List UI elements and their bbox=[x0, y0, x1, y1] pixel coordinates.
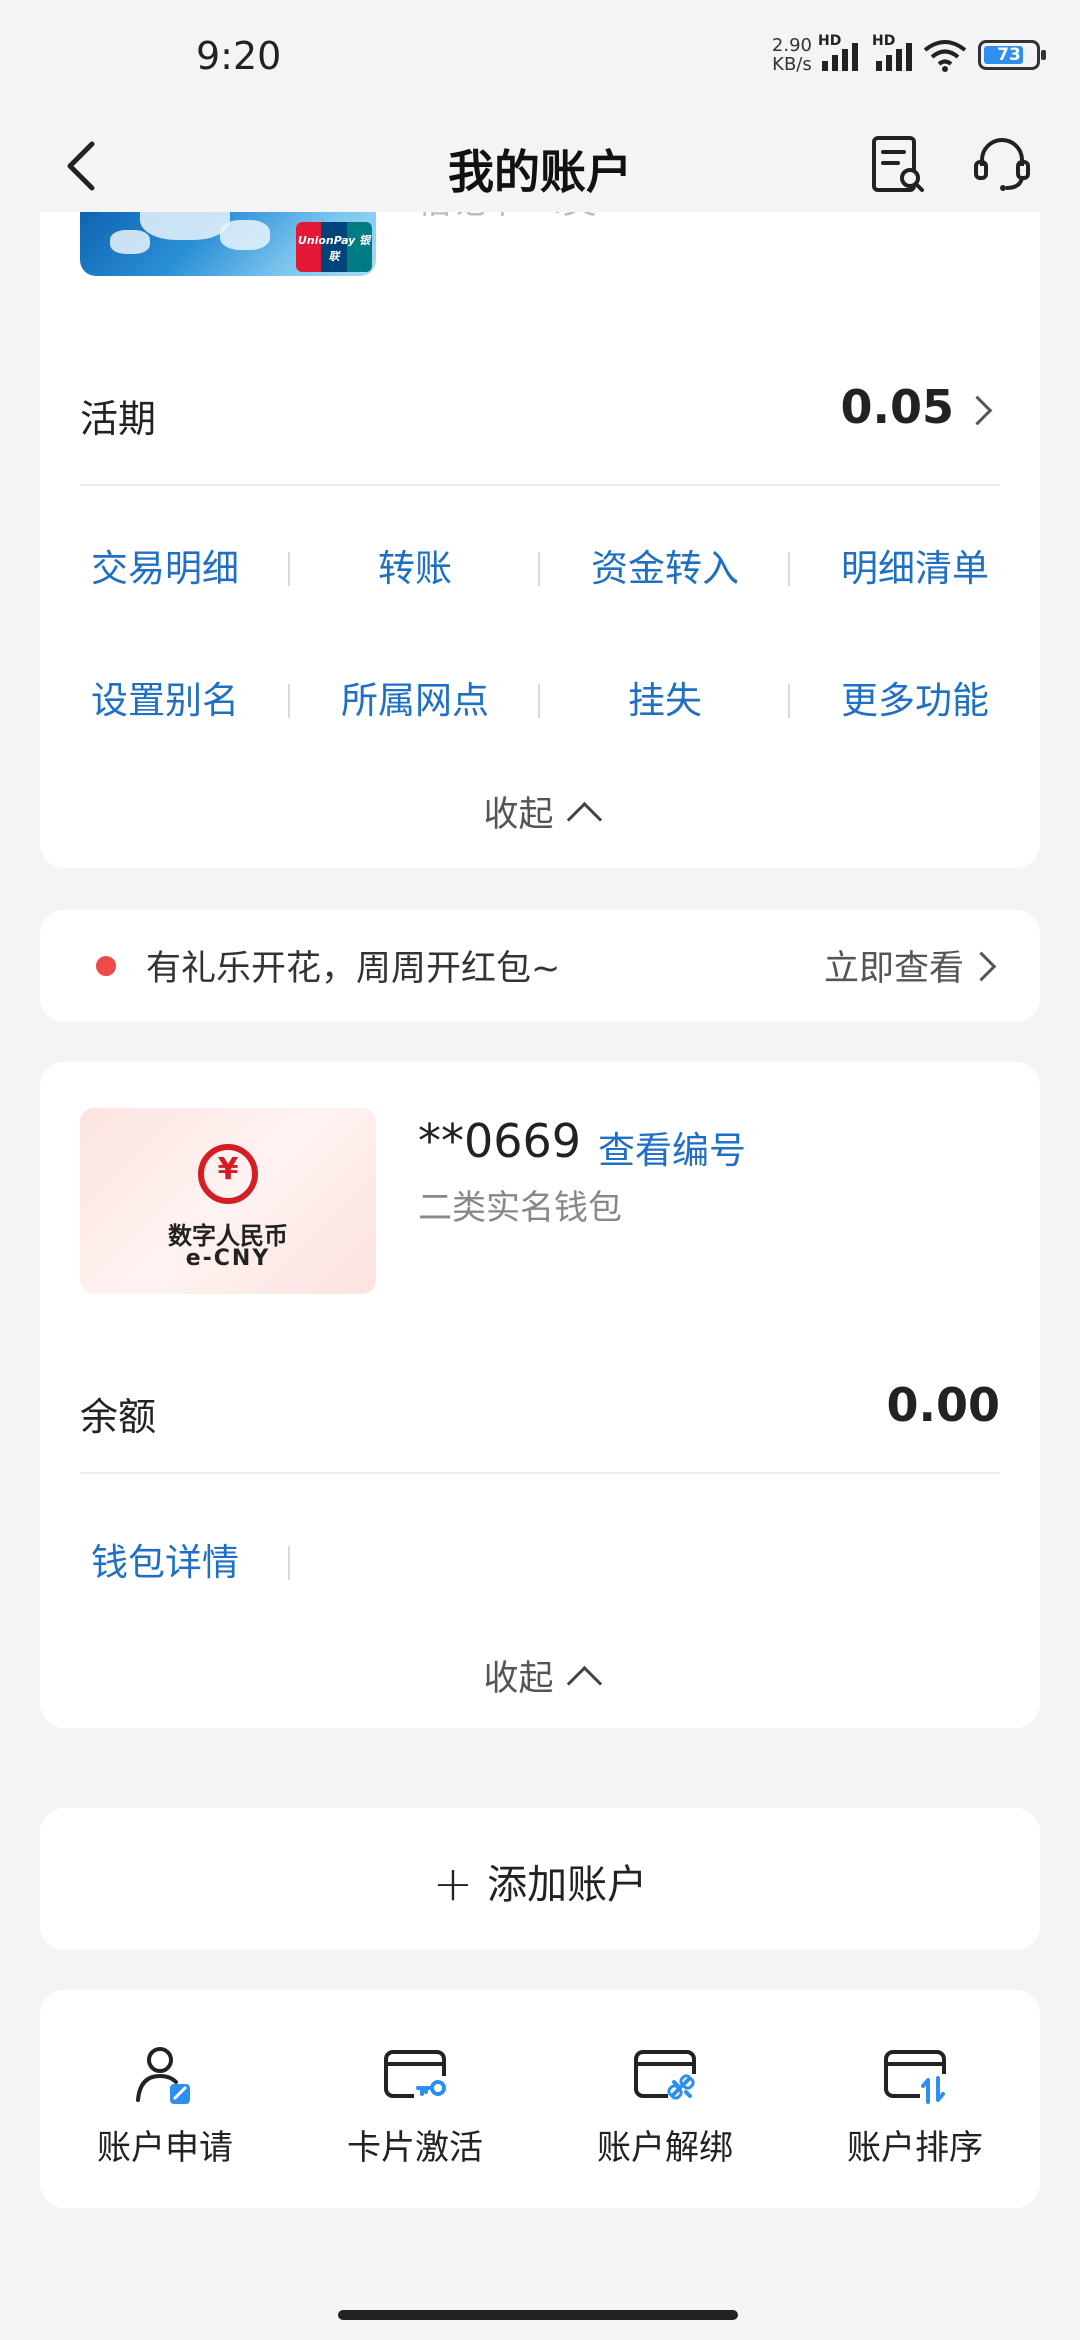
action-set-alias[interactable]: 设置别名 bbox=[40, 670, 290, 724]
account-tools-panel: 账户申请 卡片激活 账户解绑 账户排序 bbox=[40, 1990, 1040, 2208]
action-wallet-details[interactable]: 钱包详情 bbox=[40, 1532, 290, 1586]
promo-text: 有礼乐开花，周周开红包~ bbox=[146, 949, 561, 989]
view-number-link[interactable]: 查看编号 bbox=[598, 1120, 746, 1174]
tool-account-sort[interactable]: 账户排序 bbox=[790, 2042, 1040, 2169]
promo-view-link[interactable]: 立即查看 bbox=[824, 940, 964, 991]
collapse-button[interactable]: 收起 bbox=[40, 1650, 1040, 1702]
chevron-right-icon bbox=[966, 951, 997, 982]
home-indicator[interactable] bbox=[338, 2310, 738, 2320]
person-edit-icon bbox=[136, 2047, 190, 2104]
nav-header: 我的账户 bbox=[0, 120, 1080, 212]
action-fund-in[interactable]: 资金转入 bbox=[540, 538, 790, 592]
promo-banner[interactable]: 有礼乐开花，周周开红包~ 立即查看 bbox=[40, 910, 1040, 1022]
debit-actions-row-1: 交易明细 转账 资金转入 明细清单 bbox=[40, 538, 1040, 592]
wallet-type: 二类实名钱包 bbox=[418, 1188, 622, 1228]
status-time: 9:20 bbox=[196, 34, 282, 78]
card-sort-icon bbox=[884, 2050, 948, 2104]
signal-icon-2: HD bbox=[872, 33, 912, 71]
plus-icon: + bbox=[432, 1856, 474, 1912]
bill-search-icon[interactable] bbox=[866, 132, 930, 196]
collapse-button[interactable]: 收起 bbox=[40, 786, 1040, 838]
customer-service-icon[interactable] bbox=[970, 132, 1034, 196]
tool-account-unbind[interactable]: 账户解绑 bbox=[540, 2042, 790, 2169]
balance-label: 活期 bbox=[80, 397, 157, 441]
wallet-balance-label: 余额 bbox=[80, 1395, 157, 1439]
wallet-account-number: **0669 bbox=[418, 1114, 582, 1168]
chevron-up-icon bbox=[566, 1665, 602, 1702]
network-speed: 2.90 KB/s bbox=[771, 35, 812, 75]
action-transaction-details[interactable]: 交易明细 bbox=[40, 538, 290, 592]
action-statement[interactable]: 明细清单 bbox=[790, 538, 1040, 592]
chevron-up-icon bbox=[566, 801, 602, 838]
yuan-logo-icon: ¥ bbox=[198, 1144, 258, 1204]
status-bar: 9:20 2.90 KB/s HD HD 73 bbox=[0, 0, 1080, 120]
balance-value[interactable]: 0.05 bbox=[841, 380, 955, 434]
battery-icon: 73 bbox=[978, 40, 1046, 70]
ecny-card-image[interactable]: ¥ 数字人民币 e-CNY bbox=[80, 1108, 376, 1294]
debit-actions-row-2: 设置别名 所属网点 挂失 更多功能 bbox=[40, 670, 1040, 724]
signal-icon: HD bbox=[818, 33, 858, 71]
red-dot-icon bbox=[96, 956, 116, 976]
chevron-right-icon[interactable] bbox=[962, 395, 993, 426]
card-unlink-icon bbox=[634, 2050, 698, 2104]
card-key-icon bbox=[384, 2050, 450, 2102]
divider bbox=[80, 484, 1000, 486]
add-account-button[interactable]: + 添加账户 bbox=[40, 1808, 1040, 1950]
unionpay-logo: UnionPay 银联 bbox=[296, 222, 372, 272]
wifi-icon bbox=[923, 40, 967, 72]
action-transfer[interactable]: 转账 bbox=[290, 538, 540, 592]
tool-card-activate[interactable]: 卡片激活 bbox=[290, 2042, 540, 2169]
wallet-actions-row: 钱包详情 bbox=[40, 1532, 1040, 1586]
status-icons: 2.90 KB/s HD HD 73 bbox=[771, 33, 1046, 75]
debit-card-panel: UnionPay 银联 借记卡 · I类 活期 0.05 交易明细 转账 资金转… bbox=[40, 180, 1040, 868]
tool-account-apply[interactable]: 账户申请 bbox=[40, 2042, 290, 2169]
ecny-wallet-panel: ¥ 数字人民币 e-CNY **0669 查看编号 二类实名钱包 余额 0.00… bbox=[40, 1062, 1040, 1728]
action-branch[interactable]: 所属网点 bbox=[290, 670, 540, 724]
action-report-loss[interactable]: 挂失 bbox=[540, 670, 790, 724]
divider bbox=[80, 1472, 1000, 1474]
action-more[interactable]: 更多功能 bbox=[790, 670, 1040, 724]
wallet-balance-value: 0.00 bbox=[886, 1378, 1001, 1432]
